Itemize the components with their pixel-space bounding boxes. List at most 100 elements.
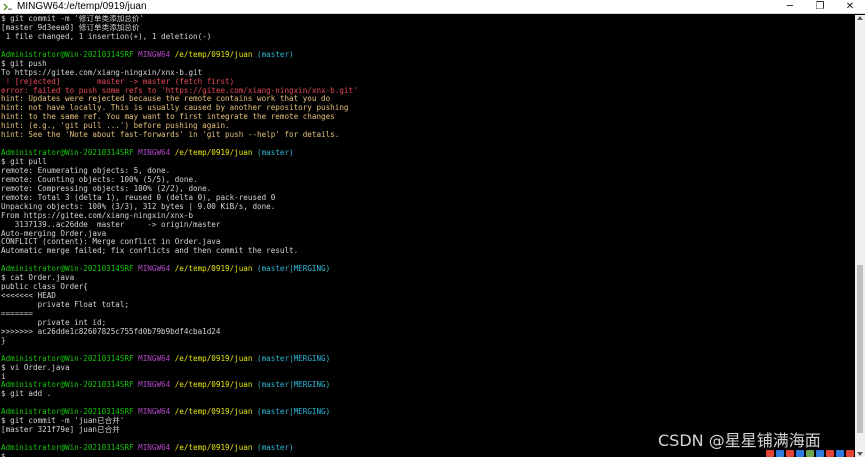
scroll-down-arrow-icon[interactable] [857,452,863,456]
terminal-line: Administrator@Win-20210314SRF MINGW64 /e… [1,407,855,417]
tray-icon[interactable] [846,449,854,457]
terminal-line: $ git add . [1,389,855,399]
terminal-line: Administrator@Win-20210314SRF MINGW64 /e… [1,353,855,364]
tray-icon[interactable] [806,449,814,457]
terminal-line: Automatic merge failed; fix conflicts an… [1,246,855,256]
terminal-text-segment: remote: Total 3 (delta 1), reused 0 (del… [1,192,276,202]
terminal-text-segment: hint: (e.g., 'git pull ...') before push… [1,121,230,131]
terminal-line: $ cat Order.java [1,273,855,283]
terminal-line: $ vi Order.java [1,362,855,373]
csdn-watermark: CSDN @星星铺满海面 [658,431,821,450]
terminal-line: 3137139..ac26dde master -> origin/master [1,219,855,230]
terminal-text-segment: /e/temp/0919/juan [174,49,258,59]
terminal-text-segment: (master|MERGING) [257,380,331,390]
terminal-line: } [1,335,855,346]
terminal-text-segment: ======= [1,308,34,318]
terminal-text-segment: ! [rejected] master -> master (fetch fir… [1,76,235,86]
terminal-text-segment: $ vi Order.java [1,362,70,372]
terminal-line: private Float total; [1,300,855,310]
terminal-text-segment: 1 file changed, 1 insertion(+), 1 deleti… [1,31,212,41]
terminal-text-segment: /e/temp/0919/juan [174,443,258,452]
terminal-text-segment: 3137139..ac26dde master -> origin/master [1,219,221,229]
terminal-output[interactable]: $ git commit -m '修订单类添加总价' [master 9d3eea… [0,15,855,457]
vertical-scrollbar[interactable] [855,15,865,457]
terminal-text-segment: MINGW64 [138,380,175,390]
terminal-text-segment: /e/temp/0919/juan [174,264,258,274]
window-title: MINGW64:/e/temp/0919/juan [17,1,147,12]
terminal-text-segment: Administrator@Win-20210314SRF [1,264,139,274]
minimize-button[interactable]: ─ [775,0,805,14]
terminal-line: <<<<<<< HEAD [1,291,855,301]
terminal-text-segment: MINGW64 [138,353,175,363]
terminal-text-segment: (master|MERGING) [257,264,331,274]
terminal-text-segment: [master 9d3eea0] 修订单类添加总价 [1,22,140,32]
terminal-text-segment: [master 321f79e] juan已合并 [1,425,120,435]
terminal-text-segment: Administrator@Win-20210314SRF [1,148,139,158]
terminal-text-segment: (master|MERGING) [257,407,331,417]
tray-icon[interactable] [766,449,774,457]
terminal-text-segment: Administrator@Win-20210314SRF [1,407,139,417]
terminal-text-segment: $ git add . [1,389,52,399]
terminal-line: Administrator@Win-20210314SRF MINGW64 /e… [1,380,855,390]
terminal-text-segment: $ git commit -m '修订单类添加总价' [1,15,145,23]
terminal-text-segment: Administrator@Win-20210314SRF [1,380,139,390]
terminal-text-segment: >>>>>>> ac26dde1c82607825c755fd0b79b9bdf… [1,326,221,336]
terminal-text-segment: MINGW64 [138,49,175,59]
terminal-line: $ git commit -m 'juan已合并' [1,416,855,426]
terminal-text-segment: (master) [257,49,294,59]
tray-icon[interactable] [776,449,784,457]
terminal-line: Administrator@Win-20210314SRF MINGW64 /e… [1,264,855,274]
terminal-text-segment: } [1,335,6,345]
terminal-text-segment: $ git push [1,58,47,68]
terminal-text-segment: /e/temp/0919/juan [174,380,258,390]
terminal-text-segment: remote: Counting objects: 100% (5/5), do… [1,174,198,184]
terminal-text-segment: /e/temp/0919/juan [174,353,258,363]
terminal-text-segment: To https://gitee.com/xiang-ningxin/xnx-b… [1,67,203,77]
terminal-text-segment: $ git commit -m 'juan已合并' [1,416,125,426]
terminal-text-segment: private int id; [1,317,107,327]
terminal-text-segment: Administrator@Win-20210314SRF [1,49,139,59]
scrollbar-thumb[interactable] [857,265,863,433]
terminal-text-segment: (master|MERGING) [257,353,331,363]
tray-icon[interactable] [796,449,804,457]
tray-icon[interactable] [826,449,834,457]
terminal-text-segment: Unpacking objects: 100% (3/3), 312 bytes… [1,201,276,211]
maximize-button[interactable]: ❐ [805,0,835,14]
terminal-line: Administrator@Win-20210314SRF MINGW64 /e… [1,148,855,158]
terminal-line: hint: See the 'Note about fast-forwards'… [1,130,855,140]
terminal-line: $ [1,451,855,457]
tray-icon[interactable] [836,449,844,457]
terminal-text-segment: $ cat Order.java [1,273,75,283]
terminal-text-segment: remote: Enumerating objects: 5, done. [1,165,171,175]
terminal-text-segment: $ [1,451,11,457]
terminal-line: public class Order{ [1,282,855,292]
terminal-text-segment: remote: Compressing objects: 100% (2/2),… [1,183,212,193]
terminal-text-segment: (master) [257,148,294,158]
terminal-text-segment: $ git pull [1,157,47,166]
terminal-text-segment: MINGW64 [138,148,175,158]
terminal-text-segment: Automatic merge failed; fix conflicts an… [1,246,299,256]
terminal-text-segment: i [1,371,6,381]
terminal-text-segment: /e/temp/0919/juan [174,407,258,417]
system-tray-icons [766,449,854,457]
close-button[interactable]: ✕ [835,0,865,14]
terminal-text-segment: /e/temp/0919/juan [174,148,258,158]
terminal-text-segment: hint: not have locally. This is usually … [1,103,349,113]
terminal-text-segment: hint: See the 'Note about fast-forwards'… [1,130,340,140]
terminal-line: ======= [1,308,855,319]
tray-icon[interactable] [816,449,824,457]
scroll-up-arrow-icon[interactable] [857,16,863,20]
mingw-icon[interactable] [3,2,13,12]
terminal-text-segment: hint: Updates were rejected because the … [1,94,331,104]
terminal-text-segment: MINGW64 [138,407,175,417]
terminal-text-segment: Auto-merging Order.java [1,228,107,238]
tray-icon[interactable] [786,449,794,457]
terminal-text-segment: Administrator@Win-20210314SRF [1,443,139,452]
terminal-text-segment: MINGW64 [138,443,175,452]
terminal-text-segment: private Float total; [1,300,130,309]
terminal-line: >>>>>>> ac26dde1c82607825c755fd0b79b9bdf… [1,326,855,337]
terminal-text-segment: public class Order{ [1,282,88,292]
terminal-text-segment: (master) [257,443,294,452]
terminal-text-segment: Administrator@Win-20210314SRF [1,353,139,363]
terminal-text-segment: hint: to the same ref. You may want to f… [1,112,335,122]
